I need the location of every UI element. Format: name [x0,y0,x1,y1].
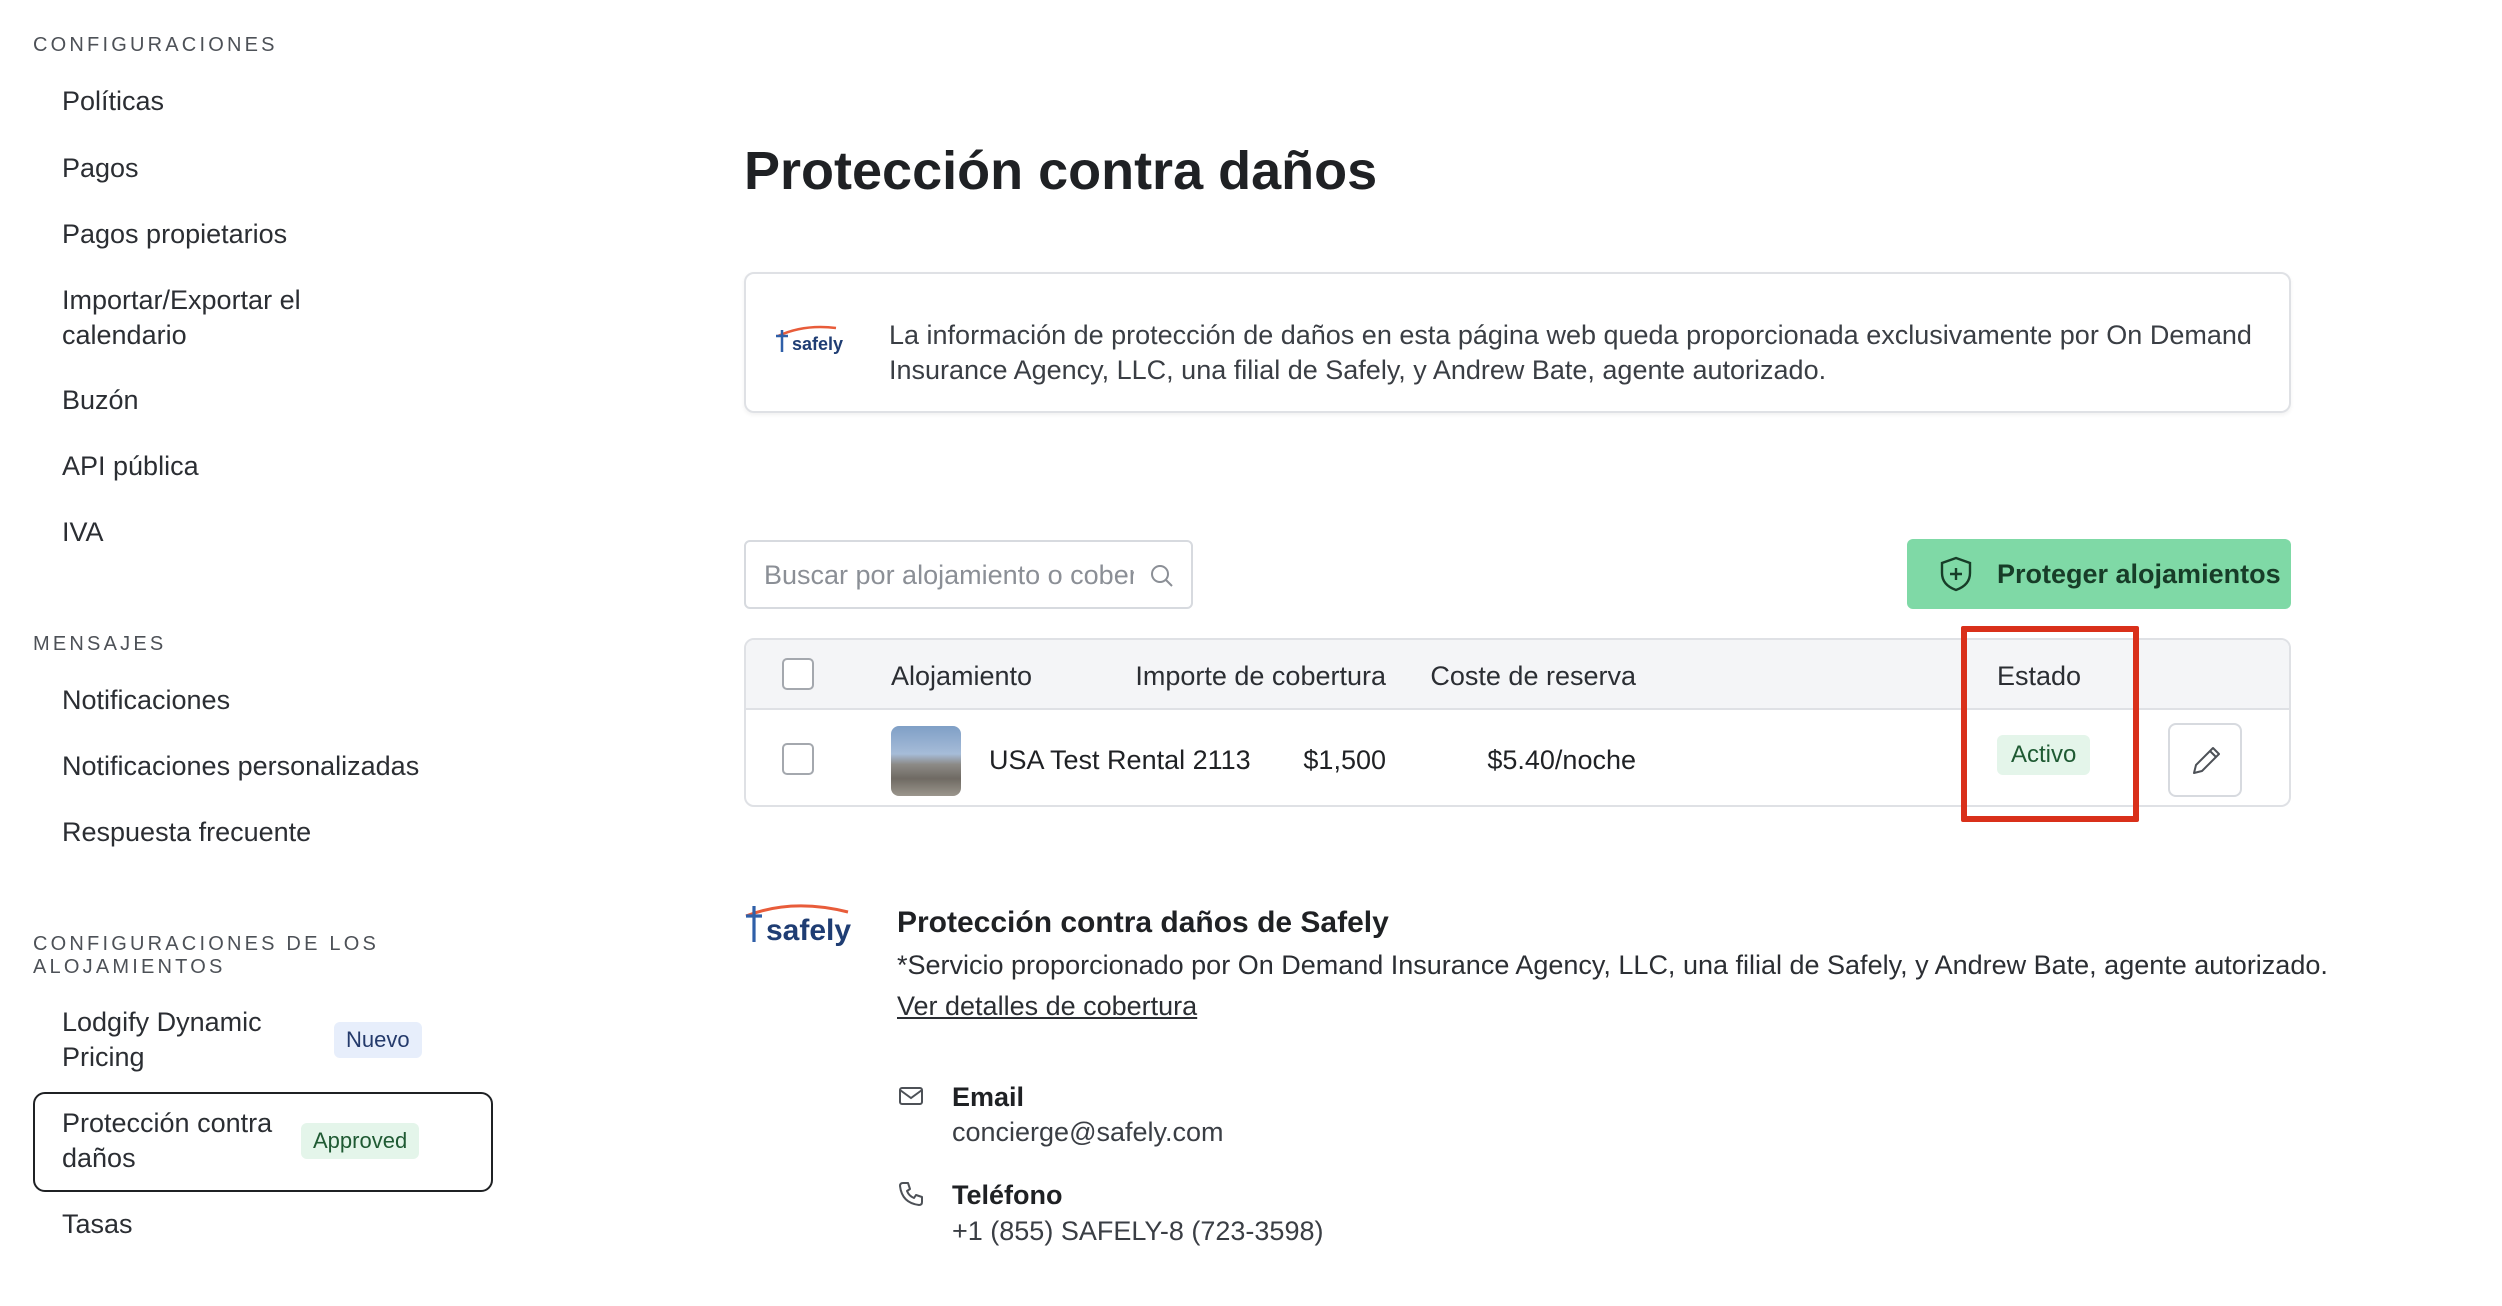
search-box[interactable] [744,540,1193,609]
page-root: CONFIGURACIONES Políticas Pagos Pagos pr… [0,0,2502,1306]
header-alojamiento[interactable]: Alojamiento [891,659,1032,693]
sidebar-item-tasas[interactable]: Tasas [62,1207,422,1242]
sidebar-item-respuesta-frecuente[interactable]: Respuesta frecuente [62,815,422,850]
email-value[interactable]: concierge@safely.com [952,1115,1224,1149]
sidebar-item-proteccion-danos[interactable]: Protección contra daños [62,1106,332,1176]
protect-properties-button[interactable]: Proteger alojamientos [1907,539,2291,609]
settings-sidebar: CONFIGURACIONES Políticas Pagos Pagos pr… [0,0,520,1306]
shield-plus-icon [1940,556,1972,592]
booking-cost: $5.40/noche [1487,745,1636,775]
email-label: Email [952,1082,1025,1112]
sidebar-item-api-publica[interactable]: API pública [62,449,422,484]
search-icon[interactable] [1148,562,1176,590]
section-heading-mensajes: MENSAJES [33,633,167,655]
pencil-icon [2193,747,2220,774]
sidebar-item-pagos[interactable]: Pagos [62,151,422,186]
svg-text:safely: safely [766,914,851,947]
safely-logo-icon: safely [776,325,843,354]
sidebar-item-politicas[interactable]: Políticas [62,84,422,119]
sidebar-item-importar-exportar[interactable]: Importar/Exportar el calendario [62,283,332,353]
approved-badge: Approved [301,1123,420,1159]
search-input[interactable] [764,556,1134,594]
row-checkbox[interactable] [782,743,814,775]
safely-service-note: *Servicio proporcionado por On Demand In… [897,950,2328,980]
sidebar-item-dynamic-pricing[interactable]: Lodgify Dynamic Pricing [62,1005,332,1075]
sidebar-item-buzon[interactable]: Buzón [62,383,422,418]
select-all-checkbox[interactable] [782,658,814,690]
phone-icon [899,1182,923,1206]
new-badge: Nuevo [334,1022,422,1058]
phone-value[interactable]: +1 (855) SAFELY-8 (723-3598) [952,1214,1323,1248]
section-heading-alojamientos: CONFIGURACIONES DE LOS ALOJAMIENTOS [33,933,379,978]
protect-properties-label: Proteger alojamientos [1997,559,2281,589]
safely-brand-logo-icon: safely [745,904,851,947]
status-column-highlight [1961,626,2139,822]
sidebar-item-pagos-propietarios[interactable]: Pagos propietarios [62,217,422,252]
sidebar-item-notificaciones-personalizadas[interactable]: Notificaciones personalizadas [62,749,422,784]
disclaimer-card: safely La información de protección de d… [744,272,2291,413]
svg-text:safely: safely [792,334,843,354]
phone-label: Teléfono [952,1180,1063,1210]
page-title: Protección contra daños [744,141,1378,201]
envelope-icon [899,1087,923,1105]
disclaimer-text: La información de protección de daños en… [889,320,2252,385]
edit-button[interactable] [2168,723,2242,797]
property-thumbnail [891,726,961,796]
coverage-details-link[interactable]: Ver detalles de cobertura [897,989,1197,1023]
section-heading-configuraciones: CONFIGURACIONES [33,34,278,56]
safely-section-title: Protección contra daños de Safely [897,906,1389,939]
sidebar-item-iva[interactable]: IVA [62,515,422,550]
header-coste-reserva[interactable]: Coste de reserva [1326,659,1636,693]
sidebar-item-notificaciones[interactable]: Notificaciones [62,683,422,718]
